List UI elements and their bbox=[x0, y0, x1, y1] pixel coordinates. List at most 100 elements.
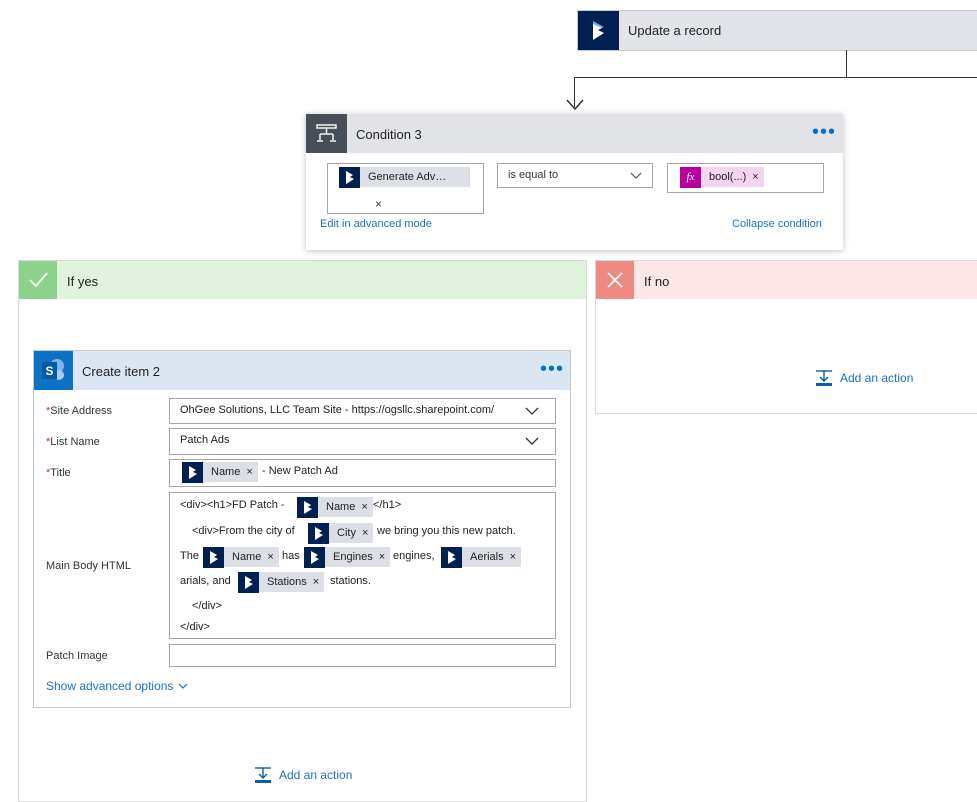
condition-more-button[interactable]: ••• bbox=[812, 122, 836, 142]
chevron-down-icon bbox=[525, 407, 539, 415]
body-text: </div> bbox=[180, 621, 210, 633]
engines-token[interactable]: Engines × bbox=[304, 546, 391, 568]
connector-line bbox=[574, 77, 977, 78]
add-an-action-label: Add an action bbox=[279, 768, 353, 782]
if-yes-title: If yes bbox=[67, 274, 99, 289]
sharepoint-icon: S bbox=[34, 351, 73, 390]
name-token[interactable]: Name × bbox=[203, 546, 279, 568]
show-advanced-options-link[interactable]: Show advanced options bbox=[46, 679, 188, 693]
add-an-action-button[interactable]: Add an action bbox=[253, 766, 352, 784]
generate-adv-token[interactable]: Generate Adv… bbox=[339, 166, 471, 188]
checkmark-icon bbox=[19, 261, 57, 299]
condition-icon bbox=[306, 114, 347, 153]
dynamics-icon bbox=[441, 546, 462, 568]
body-text: stations. bbox=[330, 575, 371, 587]
list-name-dropdown[interactable]: Patch Ads bbox=[169, 428, 556, 455]
list-name-value: Patch Ads bbox=[180, 434, 230, 446]
token-remove-icon[interactable]: × bbox=[378, 547, 391, 567]
city-token[interactable]: City × bbox=[308, 522, 374, 544]
connector-line bbox=[846, 50, 847, 77]
token-label: Name bbox=[318, 497, 362, 517]
dynamics-icon bbox=[308, 522, 329, 544]
token-label: Name bbox=[224, 547, 268, 567]
show-advanced-options-label: Show advanced options bbox=[46, 679, 174, 693]
body-text: engines, bbox=[393, 550, 435, 562]
body-text: The bbox=[180, 550, 199, 562]
close-icon bbox=[596, 261, 634, 299]
token-label: bool(...) bbox=[701, 167, 753, 187]
chevron-down-icon bbox=[525, 437, 539, 445]
edit-advanced-mode-link[interactable]: Edit in advanced mode bbox=[320, 218, 432, 230]
token-remove-icon[interactable]: × bbox=[361, 523, 374, 543]
chevron-down-icon bbox=[630, 172, 642, 179]
operator-value: is equal to bbox=[508, 169, 559, 181]
token-label: Stations bbox=[259, 572, 313, 592]
update-record-title: Update a record bbox=[628, 23, 722, 38]
arrow-down-icon bbox=[566, 99, 584, 111]
site-address-value: OhGee Solutions, LLC Team Site - https:/… bbox=[180, 404, 495, 416]
dynamics-icon bbox=[304, 546, 325, 568]
token-label: Engines bbox=[325, 547, 379, 567]
update-record-card[interactable]: Update a record bbox=[577, 10, 977, 51]
token-label: Name bbox=[203, 462, 247, 482]
dynamics-icon bbox=[182, 461, 203, 483]
add-action-icon bbox=[255, 767, 271, 783]
token-remove-icon[interactable]: × bbox=[509, 547, 522, 567]
token-label: City bbox=[329, 523, 362, 543]
dynamics-icon bbox=[238, 571, 259, 593]
token-remove-icon[interactable]: × bbox=[267, 547, 279, 567]
dynamics-icon bbox=[578, 11, 619, 50]
title-suffix-text: - New Patch Ad bbox=[262, 465, 338, 477]
main-body-html-field[interactable]: <div><h1>FD Patch - Name × </h1> <div>Fr… bbox=[169, 492, 556, 639]
collapse-condition-link[interactable]: Collapse condition bbox=[732, 218, 822, 230]
body-text: </div> bbox=[192, 600, 222, 612]
dynamics-icon bbox=[339, 166, 360, 188]
create-item-card: S Create item 2 ••• *Site Address OhGee … bbox=[33, 350, 571, 708]
token-remove-icon[interactable]: × bbox=[312, 572, 325, 592]
dynamics-icon bbox=[297, 496, 318, 518]
name-token[interactable]: Name × bbox=[182, 461, 258, 483]
if-no-branch: If no Add an action bbox=[595, 260, 977, 414]
svg-text:S: S bbox=[45, 364, 53, 378]
condition-left-operand[interactable]: Generate Adv… × bbox=[327, 163, 484, 214]
patch-image-label: Patch Image bbox=[46, 650, 108, 662]
condition-header[interactable]: Condition 3 ••• bbox=[306, 114, 843, 153]
list-name-label: *List Name bbox=[46, 436, 100, 448]
create-item-header[interactable]: S Create item 2 ••• bbox=[34, 351, 570, 390]
site-address-dropdown[interactable]: OhGee Solutions, LLC Team Site - https:/… bbox=[169, 398, 556, 424]
token-label: Aerials bbox=[462, 547, 510, 567]
body-text: has bbox=[282, 550, 300, 562]
aerials-token[interactable]: Aerials × bbox=[441, 546, 522, 568]
site-address-label: *Site Address bbox=[46, 405, 113, 417]
add-an-action-button[interactable]: Add an action bbox=[814, 369, 913, 387]
function-icon: fx bbox=[680, 166, 701, 188]
dynamics-icon bbox=[203, 546, 224, 568]
body-text: <div><h1>FD Patch - bbox=[180, 499, 285, 511]
add-action-icon bbox=[816, 370, 832, 386]
if-yes-header: If yes bbox=[19, 261, 586, 299]
body-text: we bring you this new patch. bbox=[377, 525, 516, 537]
token-remove-icon[interactable]: × bbox=[246, 462, 258, 482]
body-text: </h1> bbox=[373, 499, 402, 511]
body-text: arials, and bbox=[180, 575, 231, 587]
add-an-action-label: Add an action bbox=[840, 371, 914, 385]
condition-card: Condition 3 ••• Generate Adv… × is equal… bbox=[306, 114, 843, 250]
main-body-html-label: Main Body HTML bbox=[46, 560, 131, 572]
name-token[interactable]: Name × bbox=[297, 496, 373, 518]
if-no-header: If no bbox=[596, 261, 977, 299]
title-label: *Title bbox=[46, 467, 71, 479]
token-label: Generate Adv… bbox=[360, 167, 471, 187]
title-field[interactable]: Name × - New Patch Ad bbox=[169, 459, 556, 487]
stations-token[interactable]: Stations × bbox=[238, 571, 325, 593]
create-item-more-button[interactable]: ••• bbox=[540, 359, 564, 379]
token-remove-icon[interactable]: × bbox=[375, 197, 382, 211]
if-no-title: If no bbox=[644, 274, 670, 289]
bool-expression-token[interactable]: fx bool(...) × bbox=[680, 166, 764, 188]
token-remove-icon[interactable]: × bbox=[752, 167, 764, 187]
token-remove-icon[interactable]: × bbox=[361, 497, 373, 517]
condition-title: Condition 3 bbox=[356, 127, 422, 142]
operator-dropdown[interactable]: is equal to bbox=[497, 163, 653, 188]
body-text: <div>From the city of bbox=[192, 525, 295, 537]
condition-right-operand[interactable]: fx bool(...) × bbox=[667, 163, 824, 193]
patch-image-field[interactable] bbox=[169, 644, 556, 667]
